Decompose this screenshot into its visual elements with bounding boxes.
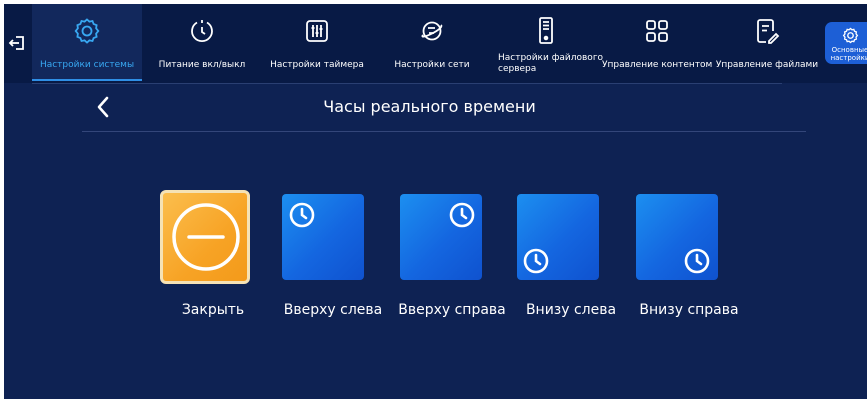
nav-divider	[32, 83, 782, 84]
header-divider	[82, 131, 806, 132]
page-title: Часы реального времени	[323, 97, 536, 116]
position-tile[interactable]	[282, 194, 364, 280]
gear-icon	[842, 27, 859, 44]
gear-icon	[73, 16, 101, 46]
nav-label: Настройки таймера	[270, 60, 364, 70]
position-tile[interactable]	[636, 194, 718, 280]
top-navigation: Настройки системы Питание вкл/выкл Настр…	[4, 4, 867, 83]
nav-item-timer-settings[interactable]: Настройки таймера	[262, 4, 372, 81]
nav-item-content-management[interactable]: Управление контентом	[602, 4, 712, 81]
close-tile[interactable]	[160, 190, 250, 284]
clock-icon	[522, 247, 550, 275]
file-server-icon	[535, 16, 557, 46]
position-tile[interactable]	[517, 194, 599, 280]
nav-label: Настройки системы	[39, 60, 135, 70]
nav-label: Настройки сети	[394, 60, 470, 70]
minus-circle-icon	[170, 201, 242, 277]
network-globe-icon	[417, 16, 447, 46]
nav-label: Питание вкл/выкл	[158, 60, 246, 70]
clock-icon	[448, 201, 476, 229]
sliders-icon	[304, 16, 330, 46]
nav-item-system-settings[interactable]: Настройки системы	[32, 4, 142, 81]
option-label: Внизу справа	[639, 302, 739, 318]
position-tile[interactable]	[400, 194, 482, 280]
side-button-label: Основные настройки	[830, 46, 867, 62]
file-edit-icon	[754, 16, 780, 46]
grid-icon	[644, 16, 670, 46]
nav-label: Управление файлами	[715, 60, 819, 70]
nav-label: Управление контентом	[602, 60, 713, 70]
nav-item-file-server[interactable]: Настройки файлового сервера	[492, 4, 604, 81]
app-window: Настройки системы Питание вкл/выкл Настр…	[4, 4, 867, 399]
basic-settings-button[interactable]: Основные настройки	[825, 22, 867, 64]
exit-icon[interactable]	[4, 28, 30, 58]
nav-item-power[interactable]: Питание вкл/выкл	[147, 4, 257, 81]
nav-item-network-settings[interactable]: Настройки сети	[377, 4, 487, 81]
clock-icon	[288, 201, 316, 229]
option-bottom-right[interactable]: Внизу справа	[634, 190, 744, 330]
clock-icon	[683, 247, 711, 275]
nav-label: Настройки файлового сервера	[498, 53, 604, 74]
power-timer-icon	[188, 16, 216, 46]
nav-item-file-management[interactable]: Управление файлами	[714, 4, 820, 81]
